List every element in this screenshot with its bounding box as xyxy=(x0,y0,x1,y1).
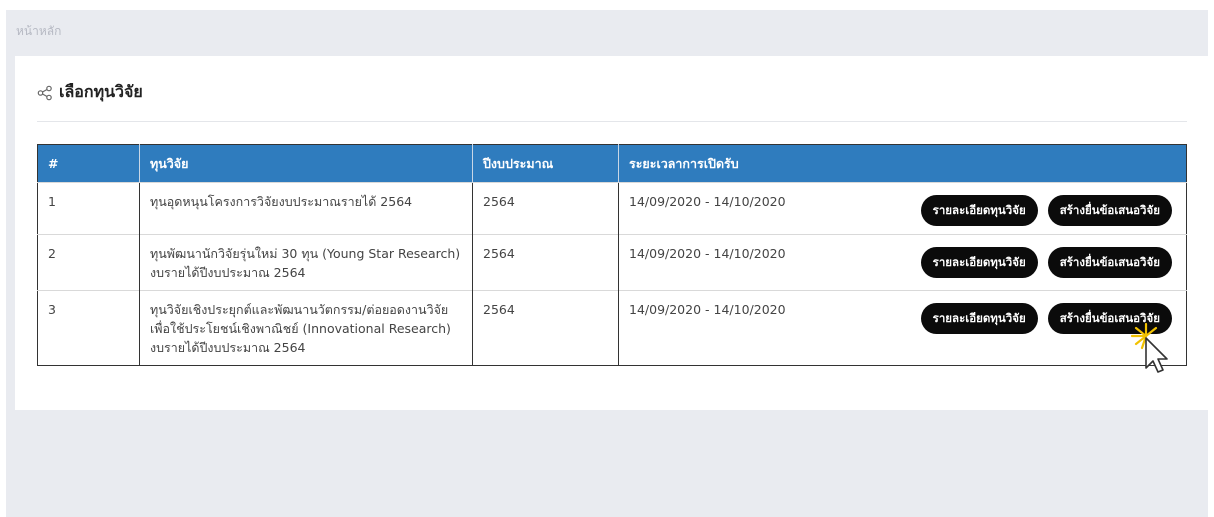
divider xyxy=(37,121,1187,122)
funds-table: # ทุนวิจัย ปีงบประมาณ ระยะเวลาการเปิดรับ… xyxy=(37,144,1187,366)
mouse-cursor-icon xyxy=(1130,322,1168,373)
row-number: 2 xyxy=(37,234,140,291)
breadcrumb-home[interactable]: หน้าหลัก xyxy=(16,22,61,41)
fund-year: 2564 xyxy=(472,290,619,366)
fund-detail-button[interactable]: รายละเอียดทุนวิจัย xyxy=(920,195,1038,226)
create-proposal-button[interactable]: สร้างยื่นข้อเสนอวิจัย xyxy=(1047,195,1172,226)
fund-name: ทุนอุดหนุนโครงการวิจัยงบประมาณรายได้ 256… xyxy=(139,182,473,235)
table-row: 1 ทุนอุดหนุนโครงการวิจัยงบประมาณรายได้ 2… xyxy=(37,182,1187,235)
col-header-number: # xyxy=(37,144,140,183)
fund-selection-card: เลือกทุนวิจัย # ทุนวิจัย ปีงบประมาณ ระยะ… xyxy=(15,56,1208,410)
row-actions: รายละเอียดทุนวิจัย สร้างยื่นข้อเสนอวิจัย xyxy=(884,182,1187,235)
col-header-year: ปีงบประมาณ xyxy=(472,144,619,183)
card-header: เลือกทุนวิจัย xyxy=(37,80,143,105)
table-row: 2 ทุนพัฒนานักวิจัยรุ่นใหม่ 30 ทุน (Young… xyxy=(37,234,1187,291)
fund-detail-button[interactable]: รายละเอียดทุนวิจัย xyxy=(920,247,1038,278)
row-number: 1 xyxy=(37,182,140,235)
row-number: 3 xyxy=(37,290,140,366)
table-row: 3 ทุนวิจัยเชิงประยุกต์และพัฒนานวัตกรรม/ต… xyxy=(37,290,1187,366)
create-proposal-button[interactable]: สร้างยื่นข้อเสนอวิจัย xyxy=(1047,247,1172,278)
fund-detail-button[interactable]: รายละเอียดทุนวิจัย xyxy=(920,303,1038,334)
open-period: 14/09/2020 - 14/10/2020 xyxy=(618,182,885,235)
share-icon xyxy=(37,85,52,100)
table-header-row: # ทุนวิจัย ปีงบประมาณ ระยะเวลาการเปิดรับ xyxy=(37,144,1187,183)
fund-name: ทุนพัฒนานักวิจัยรุ่นใหม่ 30 ทุน (Young S… xyxy=(139,234,473,291)
col-header-fund: ทุนวิจัย xyxy=(139,144,473,183)
open-period: 14/09/2020 - 14/10/2020 xyxy=(618,290,885,366)
card-title: เลือกทุนวิจัย xyxy=(59,82,143,101)
fund-year: 2564 xyxy=(472,234,619,291)
col-header-period: ระยะเวลาการเปิดรับ xyxy=(618,144,885,183)
col-header-actions xyxy=(884,144,1187,183)
open-period: 14/09/2020 - 14/10/2020 xyxy=(618,234,885,291)
row-actions: รายละเอียดทุนวิจัย สร้างยื่นข้อเสนอวิจัย xyxy=(884,234,1187,291)
fund-year: 2564 xyxy=(472,182,619,235)
fund-name: ทุนวิจัยเชิงประยุกต์และพัฒนานวัตกรรม/ต่อ… xyxy=(139,290,473,366)
